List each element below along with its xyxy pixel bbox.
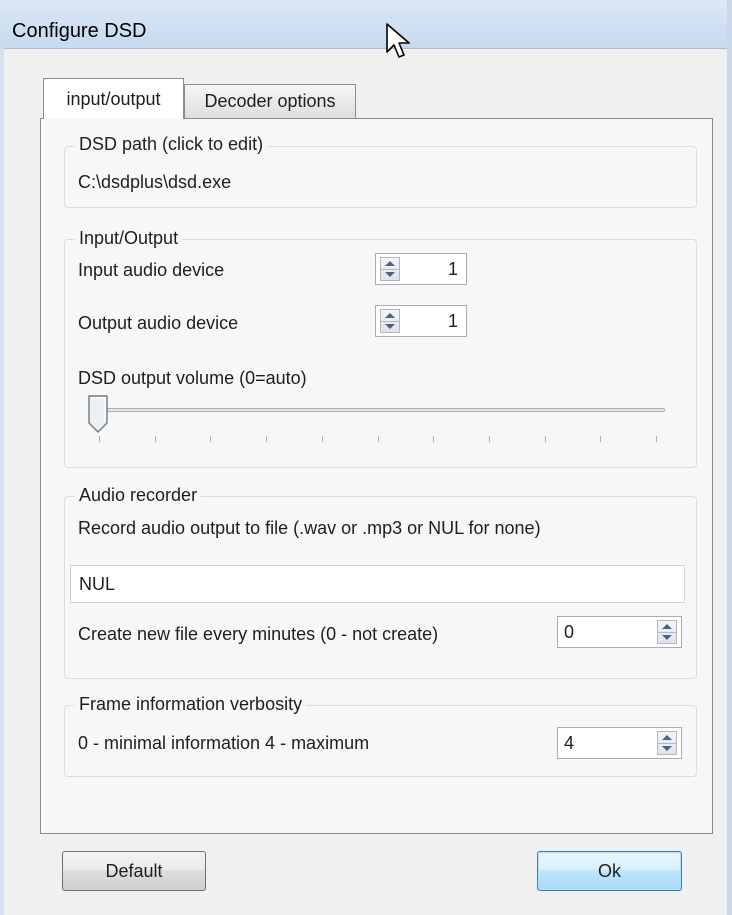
input-device-spin-buttons[interactable] bbox=[380, 257, 400, 281]
record-file-input[interactable]: NUL bbox=[70, 565, 685, 603]
slider-tick bbox=[155, 436, 156, 442]
tab-decoder-options[interactable]: Decoder options bbox=[184, 84, 356, 118]
arrow-down-icon[interactable] bbox=[381, 268, 399, 281]
file-interval-stepper[interactable]: 0 bbox=[557, 616, 682, 648]
mouse-pointer-icon bbox=[386, 23, 410, 58]
dsd-path-legend: DSD path (click to edit) bbox=[75, 134, 268, 155]
title-bar[interactable]: Configure DSD bbox=[0, 0, 732, 49]
arrow-up-icon[interactable] bbox=[381, 310, 399, 321]
arrow-up-icon[interactable] bbox=[658, 621, 676, 632]
output-device-spin-buttons[interactable] bbox=[380, 309, 400, 333]
file-interval-spin-buttons[interactable] bbox=[657, 620, 677, 644]
arrow-down-icon[interactable] bbox=[658, 631, 676, 644]
volume-label: DSD output volume (0=auto) bbox=[78, 368, 307, 388]
volume-slider-track[interactable] bbox=[95, 408, 665, 412]
ok-button[interactable]: Ok bbox=[537, 851, 682, 891]
output-device-label: Output audio device bbox=[78, 313, 239, 333]
arrow-down-icon[interactable] bbox=[381, 320, 399, 333]
slider-tick bbox=[433, 436, 434, 442]
tab-label: Decoder options bbox=[204, 91, 336, 111]
window-border-left bbox=[0, 48, 4, 915]
recorder-description: Record audio output to file (.wav or .mp… bbox=[78, 518, 541, 538]
input-output-legend: Input/Output bbox=[75, 228, 183, 249]
tab-input-output[interactable]: input/output bbox=[43, 78, 184, 119]
window-border-right bbox=[727, 0, 732, 915]
verbosity-label: 0 - minimal information 4 - maximum bbox=[78, 733, 370, 753]
slider-tick bbox=[99, 436, 100, 442]
slider-tick bbox=[210, 436, 211, 442]
arrow-down-icon[interactable] bbox=[658, 742, 676, 755]
window-title: Configure DSD bbox=[12, 20, 147, 42]
dsd-path-value[interactable]: C:\dsdplus\dsd.exe bbox=[78, 172, 231, 193]
default-button[interactable]: Default bbox=[62, 851, 206, 891]
arrow-up-icon[interactable] bbox=[658, 732, 676, 743]
verbosity-spin-buttons[interactable] bbox=[657, 731, 677, 755]
arrow-up-icon[interactable] bbox=[381, 258, 399, 269]
slider-tick bbox=[489, 436, 490, 442]
file-interval-value: 0 bbox=[564, 622, 575, 642]
output-device-value: 1 bbox=[447, 311, 458, 331]
tab-label: input/output bbox=[66, 88, 161, 109]
verbosity-value: 4 bbox=[564, 733, 575, 753]
output-device-stepper[interactable]: 1 bbox=[375, 305, 467, 337]
slider-tick bbox=[266, 436, 267, 442]
slider-tick bbox=[545, 436, 546, 442]
slider-tick bbox=[600, 436, 601, 442]
slider-tick bbox=[656, 436, 657, 442]
verbosity-stepper[interactable]: 4 bbox=[557, 727, 682, 759]
slider-tick bbox=[378, 436, 379, 442]
verbosity-legend: Frame information verbosity bbox=[75, 694, 307, 715]
slider-tick bbox=[322, 436, 323, 442]
record-file-value: NUL bbox=[79, 574, 116, 594]
input-device-label: Input audio device bbox=[78, 260, 225, 280]
audio-recorder-legend: Audio recorder bbox=[75, 485, 202, 506]
input-device-stepper[interactable]: 1 bbox=[375, 253, 467, 285]
input-device-value: 1 bbox=[447, 259, 458, 279]
file-interval-label: Create new file every minutes (0 - not c… bbox=[78, 624, 439, 644]
volume-slider-thumb[interactable] bbox=[88, 395, 108, 433]
